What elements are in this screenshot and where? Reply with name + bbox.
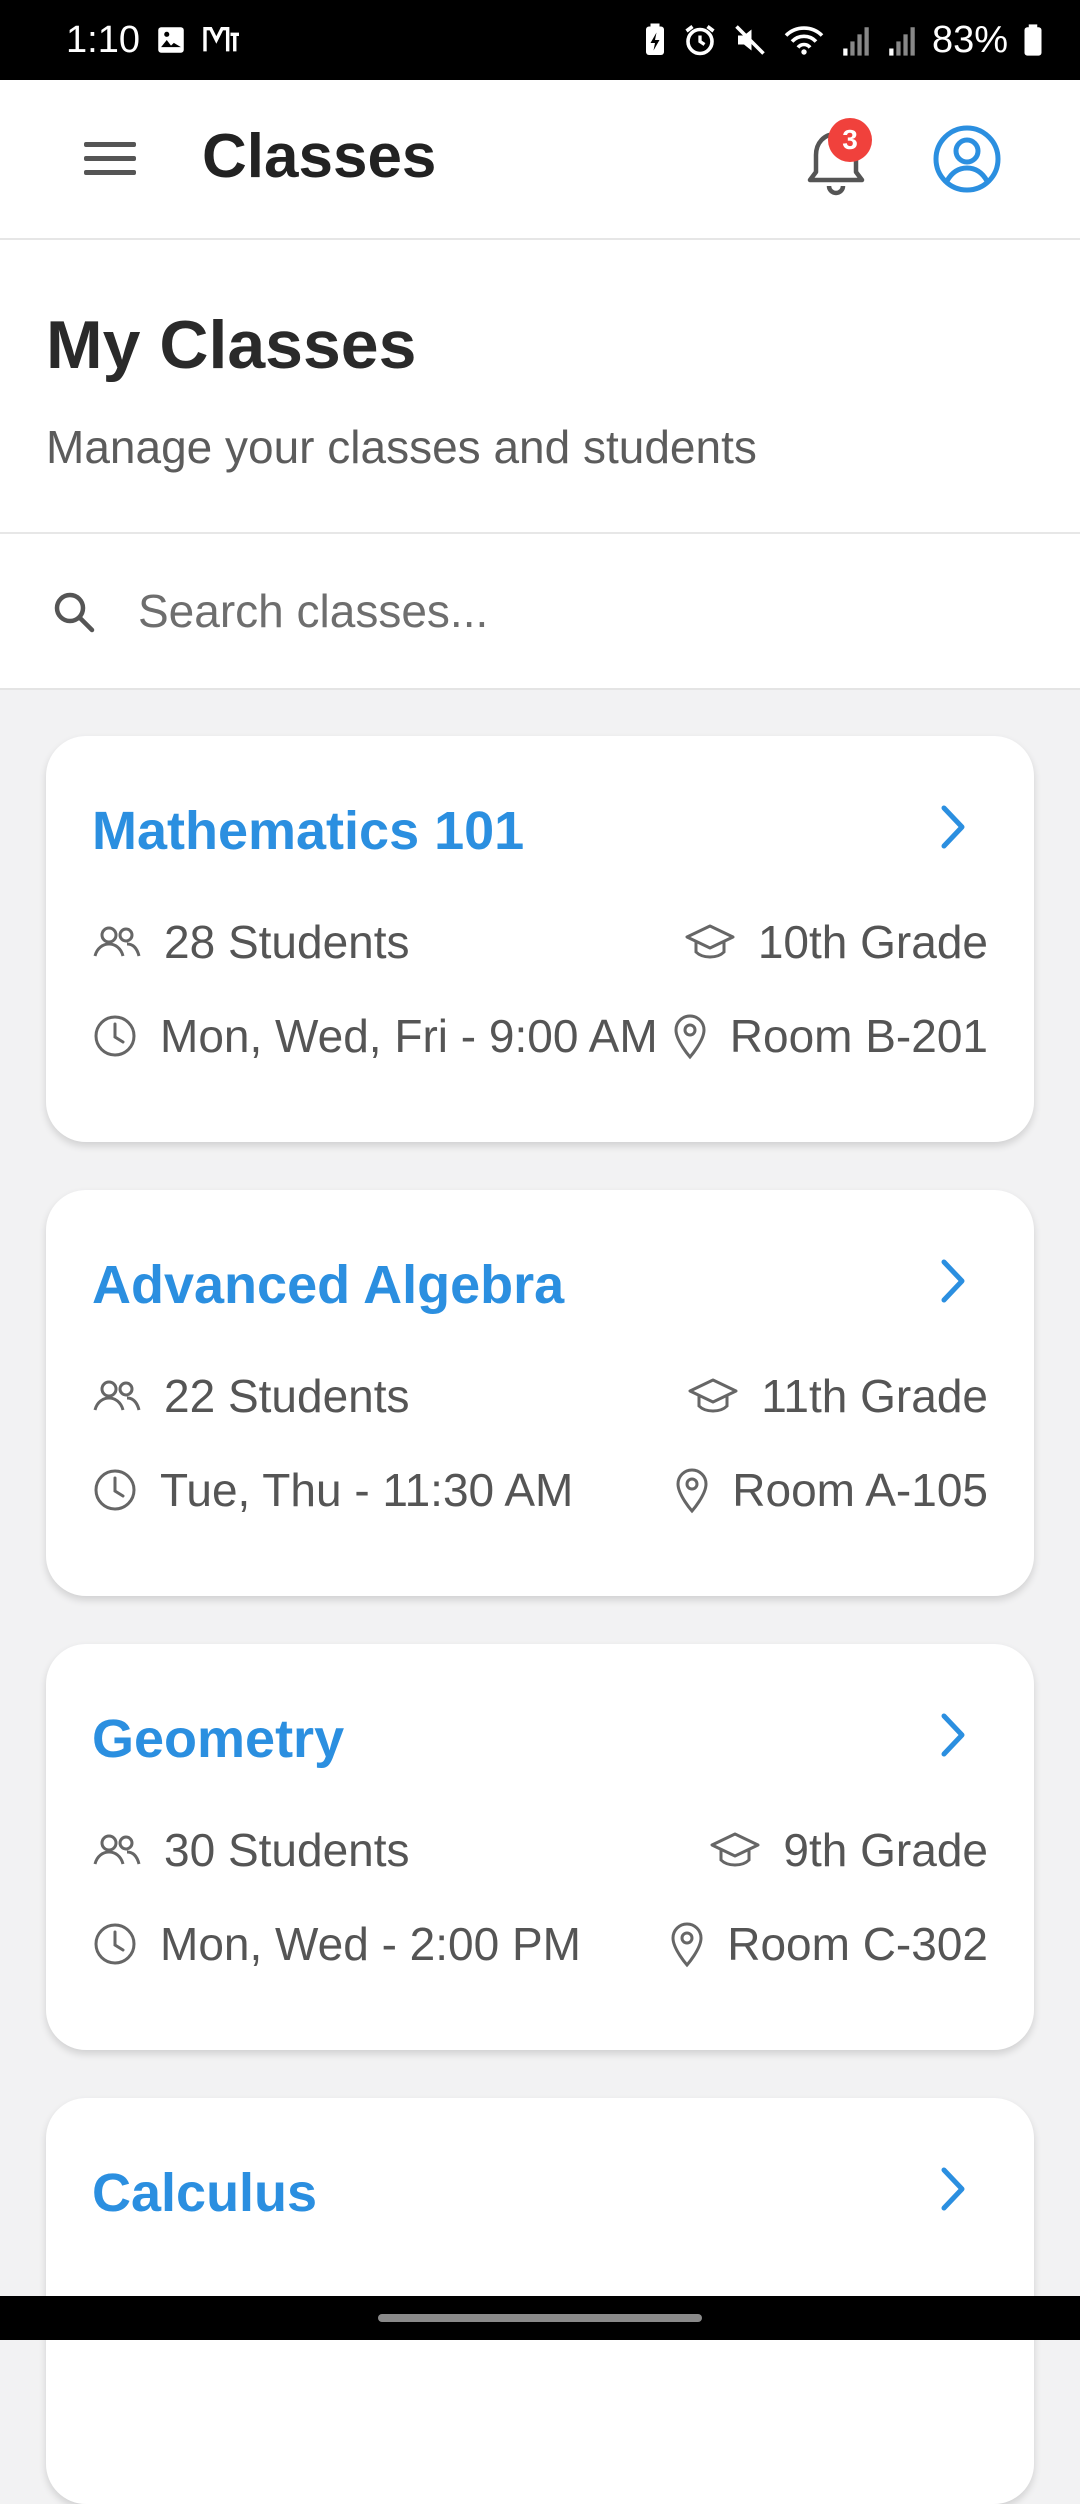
home-handle[interactable]: [378, 2314, 702, 2322]
schedule: Mon, Wed, Fri - 9:00 AM: [92, 1009, 658, 1063]
room-label: Room A-105: [732, 1464, 988, 1516]
people-icon: [93, 926, 141, 957]
schedule-label: Mon, Wed - 2:00 PM: [160, 1918, 581, 1970]
people-icon: [93, 1834, 141, 1865]
notification-badge: 3: [828, 118, 872, 162]
schedule-label: Mon, Wed, Fri - 9:00 AM: [160, 1010, 658, 1062]
chevron-right-icon[interactable]: [930, 1706, 974, 1764]
signal-icon: [840, 23, 872, 57]
chevron-right-icon[interactable]: [930, 798, 974, 856]
class-name: Calculus: [92, 2163, 318, 2223]
system-nav-bar: [0, 2296, 1080, 2340]
grade-label: 10th Grade: [757, 916, 988, 968]
page-subtitle: Manage your classes and students: [46, 421, 757, 473]
schedule: Mon, Wed - 2:00 PM: [92, 1917, 581, 1971]
m-icon: [202, 23, 242, 57]
graduation-cap-icon: [685, 924, 735, 959]
menu-icon[interactable]: [82, 134, 138, 182]
graduation-cap-icon: [710, 1832, 760, 1867]
battery-percent: 83%: [931, 18, 1008, 61]
battery-saver-icon: [642, 22, 668, 58]
room-label: Room C-302: [727, 1918, 988, 1970]
class-name: Mathematics 101: [92, 801, 525, 861]
class-card[interactable]: Geometry 30 Students 9th Grade Mon, Wed …: [46, 1644, 1034, 2050]
battery-icon: [1022, 23, 1044, 57]
page-header: My Classes Manage your classes and stude…: [0, 240, 1080, 534]
clock-icon: [94, 1015, 136, 1057]
location-pin-icon: [674, 1014, 706, 1060]
chevron-right-icon[interactable]: [930, 2160, 974, 2218]
room-label: Room B-201: [729, 1010, 988, 1062]
student-count: 30 Students: [92, 1823, 410, 1877]
student-count: 22 Students: [92, 1369, 410, 1423]
app-title: Classes: [202, 122, 437, 191]
signal-icon: [886, 23, 918, 57]
wifi-icon: [782, 22, 826, 58]
chevron-right-icon[interactable]: [930, 1252, 974, 1310]
account-icon[interactable]: [932, 124, 1002, 194]
room: Room B-201: [672, 1009, 988, 1063]
search-input[interactable]: [136, 570, 1020, 652]
room: Room C-302: [669, 1917, 988, 1971]
search-icon: [46, 584, 102, 640]
page-title: My Classes: [46, 307, 417, 383]
student-count: 28 Students: [92, 915, 410, 969]
schedule-label: Tue, Thu - 11:30 AM: [160, 1464, 574, 1516]
students-label: 22 Students: [164, 1370, 410, 1422]
status-bar: 1:10 83%: [0, 0, 1080, 80]
students-label: 30 Students: [164, 1824, 410, 1876]
grade-label: 9th Grade: [783, 1824, 988, 1876]
status-time: 1:10: [66, 18, 140, 61]
location-pin-icon: [671, 1922, 703, 1968]
alarm-icon: [682, 22, 718, 58]
search-bar: [0, 534, 1080, 690]
grade-level: 9th Grade: [709, 1823, 988, 1877]
grade-level: 11th Grade: [687, 1369, 988, 1423]
grade-level: 10th Grade: [684, 915, 988, 969]
class-card[interactable]: Advanced Algebra 22 Students 11th Grade …: [46, 1190, 1034, 1596]
room: Room A-105: [674, 1463, 988, 1517]
class-name: Geometry: [92, 1709, 345, 1769]
image-icon: [154, 23, 188, 57]
clock-icon: [94, 1469, 136, 1511]
class-card[interactable]: Mathematics 101 28 Students 10th Grade M…: [46, 736, 1034, 1142]
people-icon: [93, 1380, 141, 1411]
location-pin-icon: [676, 1468, 708, 1514]
mute-icon: [732, 22, 768, 58]
graduation-cap-icon: [688, 1378, 738, 1413]
class-name: Advanced Algebra: [92, 1255, 565, 1315]
students-label: 28 Students: [164, 916, 410, 968]
clock-icon: [94, 1923, 136, 1965]
schedule: Tue, Thu - 11:30 AM: [92, 1463, 573, 1517]
app-bar: Classes 3: [0, 80, 1080, 240]
grade-label: 11th Grade: [761, 1370, 988, 1422]
